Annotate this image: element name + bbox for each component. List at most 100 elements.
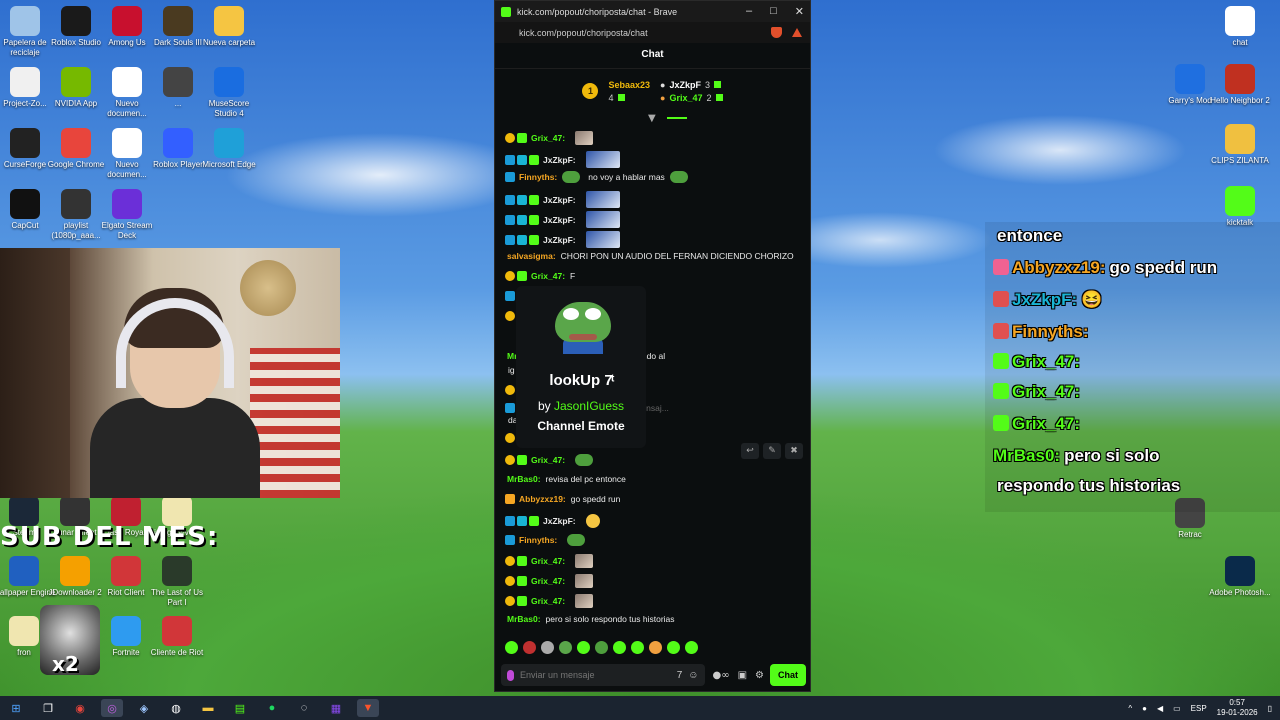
clock[interactable]: 0:57 19-01-2026	[1217, 698, 1258, 718]
chat-username[interactable]: Grix_47:	[531, 596, 565, 606]
desktop-shortcut[interactable]: chat	[1208, 6, 1272, 48]
chat-username[interactable]: MrBas0:	[507, 614, 541, 624]
quick-emote-icon[interactable]	[631, 641, 644, 654]
gear-icon[interactable]: ⚙	[755, 670, 764, 681]
chat-message[interactable]: JxZkpF:	[505, 514, 801, 528]
chat-username[interactable]: salvasigma:	[507, 251, 556, 261]
spotify-taskbar-icon[interactable]: ●	[261, 699, 283, 717]
quick-emote-icon[interactable]	[613, 641, 626, 654]
chat-username[interactable]: Finnyths:	[519, 535, 557, 545]
language-indicator[interactable]: ESP	[1191, 704, 1207, 713]
url-text[interactable]: kick.com/popout/choriposta/chat	[503, 28, 771, 38]
quick-emote-icon[interactable]	[667, 641, 680, 654]
chat-message[interactable]: Grix_47:	[505, 131, 801, 145]
chat-input[interactable]	[520, 670, 671, 680]
quick-emote-icon[interactable]	[541, 641, 554, 654]
filter-icon[interactable]: ▼	[648, 113, 656, 124]
quick-emote-icon[interactable]	[649, 641, 662, 654]
pepe-emote-icon[interactable]	[562, 171, 581, 183]
chat-message[interactable]: JxZkpF:	[505, 211, 801, 228]
laugh-emoji-icon[interactable]	[585, 514, 600, 528]
chat-message[interactable]: Grix_47:	[505, 574, 801, 588]
windows-start-icon[interactable]: ⊞	[5, 699, 27, 717]
pepe-emote-icon[interactable]	[575, 454, 594, 466]
face-emote-icon[interactable]	[575, 574, 594, 588]
chat-message[interactable]: MrBas0: pero si solo respondo tus histori…	[505, 614, 801, 624]
desktop-shortcut[interactable]: Hello Neighbor 2	[1208, 64, 1272, 106]
pepe-emote-icon[interactable]	[567, 534, 586, 546]
desktop-shortcut[interactable]: Adobe Photosh...	[1208, 556, 1272, 598]
brave-shield-icon[interactable]	[771, 27, 782, 38]
chat-username[interactable]: JxZkpF:	[543, 215, 576, 225]
close-button[interactable]: ✕	[795, 5, 804, 18]
chat-username[interactable]: Grix_47:	[531, 556, 565, 566]
obs-studio-taskbar-icon[interactable]: ◌	[293, 699, 315, 717]
chat-username[interactable]: Finnyths:	[519, 172, 557, 182]
desktop-shortcut[interactable]: The Last of Us Part I	[145, 556, 209, 608]
user-points-icon[interactable]: ●∞	[713, 670, 730, 681]
face-emote-icon[interactable]	[575, 554, 594, 568]
quick-emote-icon[interactable]	[685, 641, 698, 654]
emoji-icon[interactable]: ☺	[688, 670, 698, 681]
chat-username[interactable]: JxZkpF:	[543, 235, 576, 245]
desktop-shortcut[interactable]: Cliente de Riot	[145, 616, 209, 658]
screenshot-emote-icon[interactable]	[585, 231, 620, 248]
chat-message[interactable]: Grix_47:	[505, 594, 801, 608]
minimize-button[interactable]: –	[746, 5, 752, 18]
chat-username[interactable]: Grix_47:	[531, 133, 565, 143]
desktop-shortcut[interactable]: Nueva carpeta	[197, 6, 261, 48]
quick-emote-icon[interactable]	[559, 641, 572, 654]
microphone-tray-icon[interactable]: ●	[1142, 704, 1147, 713]
discord-taskbar-icon[interactable]: ◎	[101, 699, 123, 717]
top-gifter-name[interactable]: Sebaax23	[608, 80, 650, 90]
quick-emote-icon[interactable]	[505, 641, 518, 654]
task-view-icon[interactable]: ❐	[37, 699, 59, 717]
face-emote-icon[interactable]	[575, 131, 594, 145]
chat-message[interactable]: Grix_47: F	[505, 271, 801, 281]
chat-message[interactable]: JxZkpF:	[505, 231, 801, 248]
file-explorer-icon[interactable]: ▬	[197, 699, 219, 717]
chat-input-box[interactable]: 7 ☺	[501, 664, 705, 686]
steam-taskbar-icon[interactable]: ◈	[133, 699, 155, 717]
maximize-button[interactable]: □	[770, 5, 777, 18]
chat-message[interactable]: Grix_47:	[505, 554, 801, 568]
emote-7tv-icon[interactable]: 7	[677, 670, 683, 681]
brave-rewards-icon[interactable]	[792, 28, 802, 37]
microphone-icon[interactable]	[507, 669, 514, 681]
chat-username[interactable]: JxZkpF:	[543, 516, 576, 526]
chrome-taskbar-icon[interactable]: ◉	[69, 699, 91, 717]
kick-taskbar-icon[interactable]: ▤	[229, 699, 251, 717]
chat-username[interactable]: Grix_47:	[531, 576, 565, 586]
store-icon[interactable]: ▣	[738, 670, 747, 681]
desktop-shortcut[interactable]: Elgato Stream Deck	[95, 189, 159, 241]
chat-message[interactable]: Finnyths: no voy a hablar mas	[505, 171, 801, 183]
chat-username[interactable]: JxZkpF:	[543, 155, 576, 165]
obs-taskbar-icon[interactable]: ◍	[165, 699, 187, 717]
desktop-shortcut[interactable]: Microsoft Edge	[197, 128, 261, 170]
trash-icon[interactable]: ✖	[785, 443, 803, 459]
send-chat-button[interactable]: Chat	[770, 664, 806, 686]
pepe-emote-icon[interactable]	[669, 171, 688, 183]
address-bar[interactable]: kick.com/popout/choriposta/chat	[495, 22, 810, 43]
chat-message[interactable]: Abbyzxz19: go spedd run	[505, 494, 801, 504]
speaker-icon[interactable]: ◀	[1157, 704, 1163, 713]
screenshot-emote-icon[interactable]	[585, 191, 620, 208]
quick-emote-icon[interactable]	[523, 641, 536, 654]
chat-username[interactable]: JxZkpF:	[543, 195, 576, 205]
chevron-up-icon[interactable]: ^	[1128, 704, 1132, 713]
reply-icon[interactable]: ↩	[741, 443, 759, 459]
desktop-shortcut[interactable]: MuseScore Studio 4	[197, 67, 261, 119]
chat-message[interactable]: MrBas0: revisa del pc entonce	[505, 474, 801, 484]
pin-icon[interactable]: ✎	[763, 443, 781, 459]
brave-taskbar-icon[interactable]: ▼	[357, 699, 379, 717]
gifter-name[interactable]: JxZkpF	[669, 80, 701, 90]
chat-message[interactable]: salvasigma: CHORI PON UN AUDIO DEL FERNAN…	[505, 251, 801, 261]
chat-message[interactable]: JxZkpF:	[505, 191, 801, 208]
chat-username[interactable]: Grix_47:	[531, 271, 565, 281]
chat-message[interactable]: Finnyths:	[505, 534, 801, 546]
chat-username[interactable]: Grix_47:	[531, 455, 565, 465]
quick-emote-icon[interactable]	[595, 641, 608, 654]
gifter-name[interactable]: Grix_47	[669, 93, 702, 103]
screenshot-emote-icon[interactable]	[585, 211, 620, 228]
screenshot-emote-icon[interactable]	[585, 151, 620, 168]
